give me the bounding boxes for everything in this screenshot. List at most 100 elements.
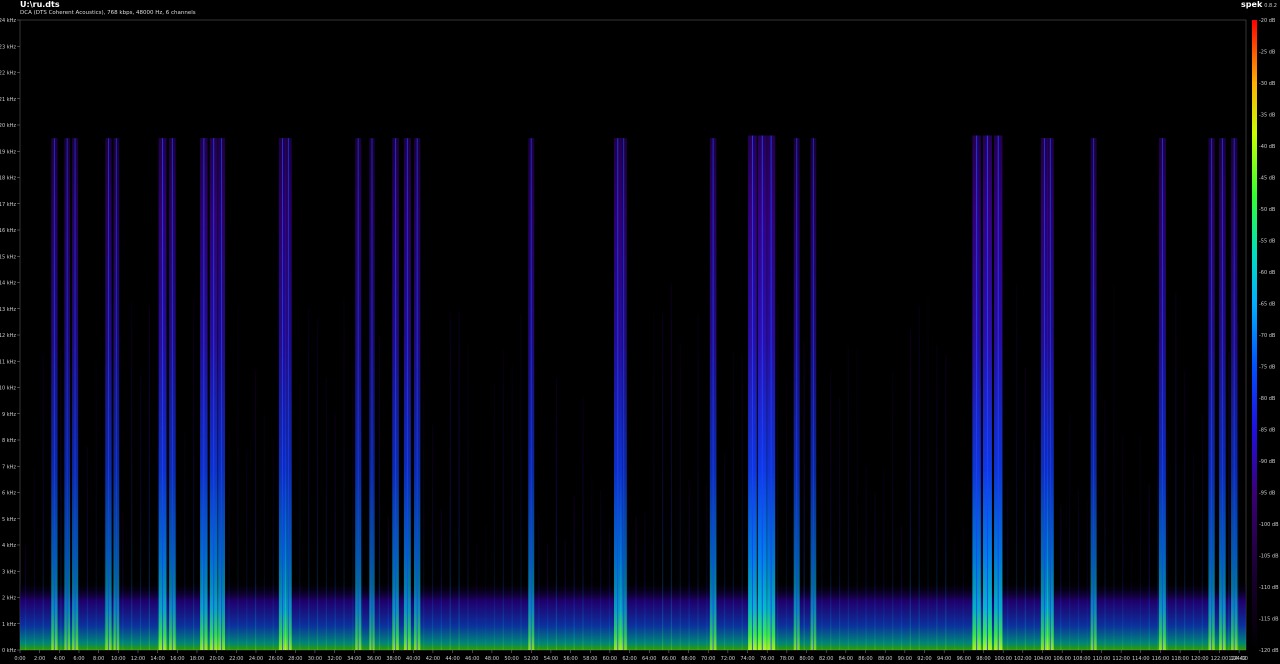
spectral-texture xyxy=(688,479,690,650)
spectral-texture xyxy=(1139,436,1142,650)
x-tick-label: 108:00 xyxy=(1073,656,1091,662)
burst-core xyxy=(1221,138,1223,650)
x-tick-label: 98:00 xyxy=(976,656,990,662)
db-scale-label: -60 dB xyxy=(1259,270,1276,276)
x-tick-label: 34:00 xyxy=(347,656,361,662)
burst-core xyxy=(530,138,532,650)
x-tick-label: 88:00 xyxy=(878,656,892,662)
spectral-texture xyxy=(1104,399,1106,650)
spectral-texture xyxy=(60,346,62,650)
x-tick-label: 24:00 xyxy=(249,656,263,662)
spectral-texture xyxy=(511,364,513,650)
spectral-texture xyxy=(635,516,637,650)
x-tick-label: 92:00 xyxy=(917,656,931,662)
spectral-texture xyxy=(697,313,699,650)
db-scale-label: -50 dB xyxy=(1259,207,1276,213)
spectral-texture xyxy=(1148,483,1150,650)
spectral-texture xyxy=(945,354,947,650)
y-tick-label: 19 kHz xyxy=(0,149,16,155)
spectral-texture xyxy=(830,371,832,650)
spectral-texture xyxy=(865,466,867,650)
y-tick-label: 22 kHz xyxy=(0,71,16,77)
spectral-texture xyxy=(1015,284,1018,650)
spectral-texture xyxy=(777,303,779,650)
x-tick-label: 64:00 xyxy=(642,656,656,662)
spectral-texture xyxy=(476,542,478,650)
x-tick-label: 76:00 xyxy=(760,656,774,662)
burst-core xyxy=(282,138,284,650)
x-tick-label: 48:00 xyxy=(485,656,499,662)
spectral-texture xyxy=(555,377,558,650)
spectral-texture xyxy=(316,318,319,650)
spectral-texture xyxy=(1192,453,1195,650)
spectral-texture xyxy=(670,284,673,650)
burst-core xyxy=(1049,138,1051,650)
spectral-texture xyxy=(299,383,301,650)
spectral-texture xyxy=(927,293,929,650)
spectral-texture xyxy=(378,336,381,650)
x-tick-label: 20:00 xyxy=(209,656,223,662)
x-tick-label: 86:00 xyxy=(858,656,872,662)
spectral-texture xyxy=(228,434,230,650)
spectral-texture xyxy=(1113,284,1115,650)
spectral-texture xyxy=(1175,292,1177,650)
spectral-texture xyxy=(706,483,708,650)
spectral-texture xyxy=(785,375,788,650)
spectral-texture xyxy=(237,306,239,650)
spectral-texture xyxy=(325,378,327,650)
x-tick-label: 8:00 xyxy=(93,656,104,662)
db-scale-label: -40 dB xyxy=(1259,144,1276,150)
burst-core xyxy=(761,135,763,650)
y-tick-label: 5 kHz xyxy=(2,517,16,523)
db-scale-label: -20 dB xyxy=(1259,18,1276,24)
spectral-texture xyxy=(856,347,858,650)
x-tick-label: 26:00 xyxy=(268,656,282,662)
x-tick-label: 110:00 xyxy=(1093,656,1111,662)
spectral-texture xyxy=(954,535,956,650)
x-tick-label: 96:00 xyxy=(957,656,971,662)
spectral-texture xyxy=(1228,353,1230,650)
x-tick-label: 14:00 xyxy=(150,656,164,662)
spectral-texture xyxy=(78,330,80,650)
spectral-texture xyxy=(564,539,566,650)
x-tick-label: 58:00 xyxy=(583,656,597,662)
y-tick-label: 13 kHz xyxy=(0,307,16,313)
x-tick-label: 106:00 xyxy=(1053,656,1071,662)
spectral-texture xyxy=(86,446,89,650)
spectral-texture xyxy=(1086,500,1088,650)
spectral-texture xyxy=(308,307,310,650)
burst-core xyxy=(1233,138,1235,650)
x-tick-label: 38:00 xyxy=(386,656,400,662)
spectral-texture xyxy=(741,354,743,650)
db-scale-label: -55 dB xyxy=(1259,239,1276,245)
db-scale-axis: -20 dB -25 dB -30 dB -35 dB -40 dB -45 dB -50 … xyxy=(1259,18,1279,654)
burst-core xyxy=(617,138,619,650)
y-tick-label: 17 kHz xyxy=(0,202,16,208)
x-tick-label: 104:00 xyxy=(1034,656,1052,662)
x-tick-label: 40:00 xyxy=(406,656,420,662)
spectral-texture xyxy=(361,390,363,650)
spectral-texture xyxy=(502,350,504,650)
burst-core xyxy=(770,135,772,650)
spectral-texture xyxy=(343,298,345,650)
spectral-texture xyxy=(883,468,885,650)
y-tick-label: 9 kHz xyxy=(2,412,16,418)
spectral-texture xyxy=(918,306,920,650)
spectral-texture xyxy=(608,531,611,650)
spectral-texture xyxy=(723,452,726,650)
spectral-texture xyxy=(1157,340,1159,650)
spectral-texture xyxy=(166,325,168,650)
burst-core xyxy=(976,135,978,650)
x-tick-label: 62:00 xyxy=(622,656,636,662)
x-tick-label: 112:00 xyxy=(1112,656,1130,662)
burst-core xyxy=(162,138,164,650)
burst-core xyxy=(107,138,109,650)
spectral-texture xyxy=(803,342,805,650)
x-tick-label: 82:00 xyxy=(819,656,833,662)
db-scale-label: -70 dB xyxy=(1259,333,1276,339)
spectral-texture xyxy=(263,409,266,650)
spectral-texture xyxy=(440,508,442,650)
burst-core xyxy=(203,138,205,650)
y-tick-label: 12 kHz xyxy=(0,333,16,339)
spectral-texture xyxy=(431,425,434,650)
